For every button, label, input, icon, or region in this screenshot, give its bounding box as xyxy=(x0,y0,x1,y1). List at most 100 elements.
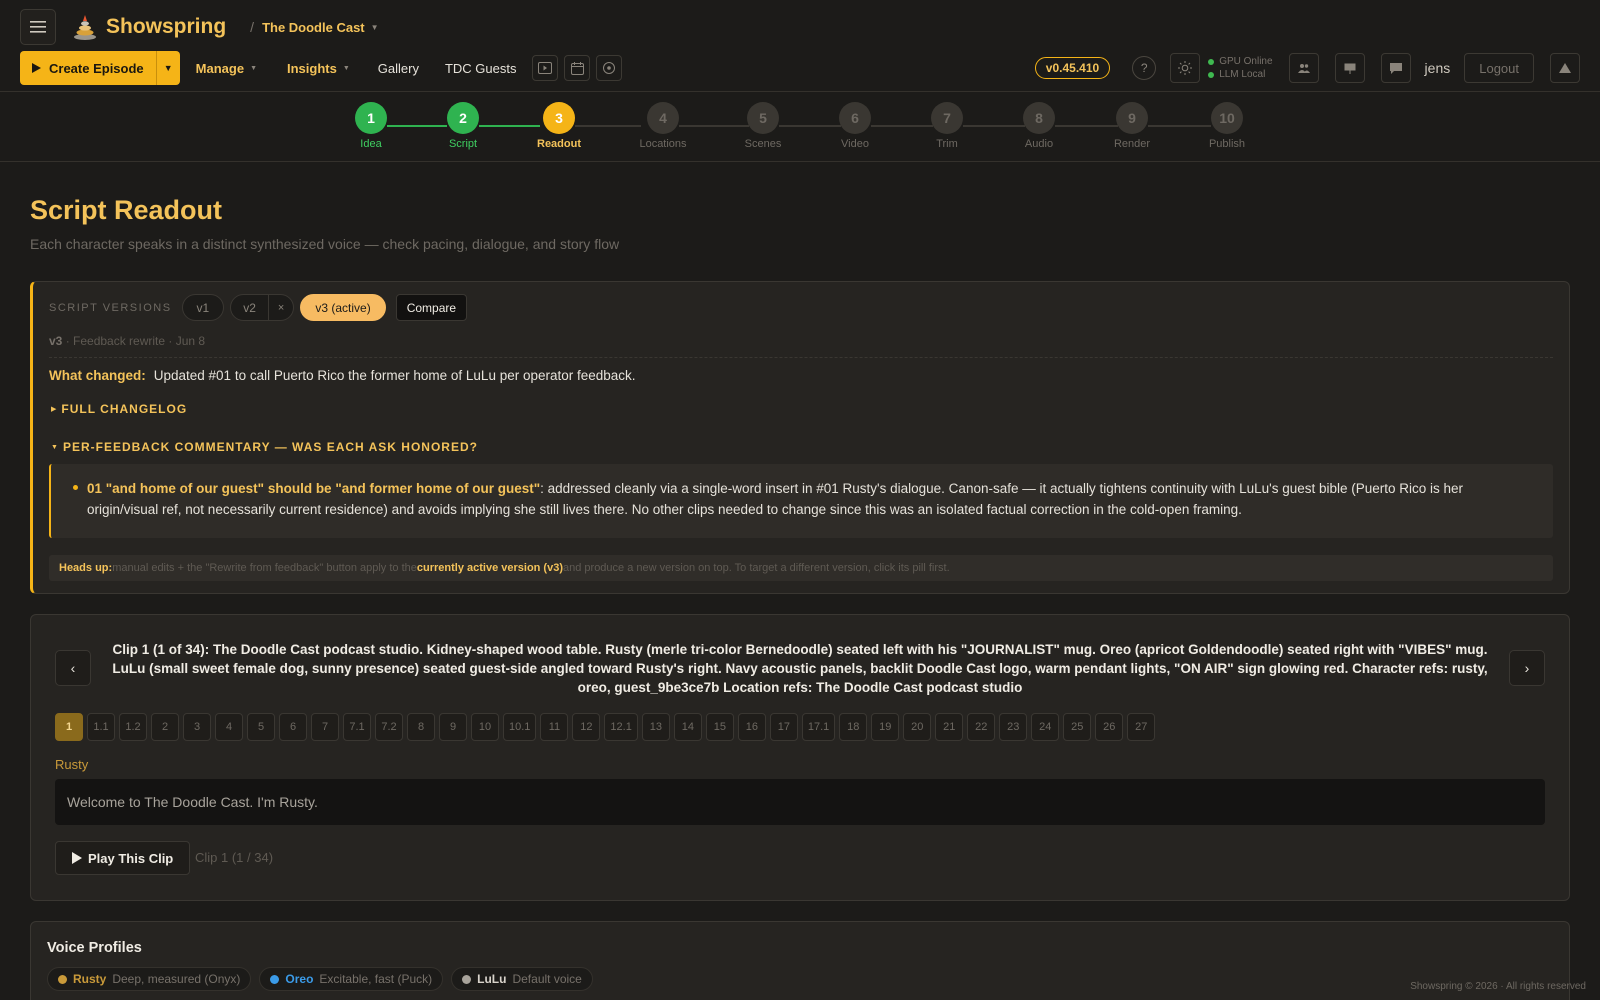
versions-label: SCRIPT VERSIONS xyxy=(49,301,172,314)
divider xyxy=(49,357,1553,358)
hamburger-menu-button[interactable] xyxy=(20,9,56,45)
step-number: 9 xyxy=(1116,102,1148,134)
theme-toggle-button[interactable] xyxy=(1170,53,1201,83)
clip-chip[interactable]: 16 xyxy=(737,713,766,741)
step-number: 8 xyxy=(1023,102,1055,134)
team-button[interactable] xyxy=(1288,53,1319,83)
clip-chip[interactable]: 2 xyxy=(151,713,179,741)
clip-chip[interactable]: 7.1 xyxy=(343,713,371,741)
clip-chip[interactable]: 19 xyxy=(871,713,900,741)
voice-profile-rusty[interactable]: Rusty Deep, measured (Onyx) xyxy=(47,967,252,991)
step-label: Audio xyxy=(1024,138,1054,150)
nav-gallery[interactable]: Gallery xyxy=(378,61,419,76)
breadcrumb-show[interactable]: The Doodle Cast xyxy=(262,20,365,35)
prev-clip-button[interactable]: ‹ xyxy=(55,650,91,686)
clip-chip[interactable]: 17 xyxy=(769,713,798,741)
clip-chip[interactable]: 12.1 xyxy=(604,713,638,741)
chevron-right-icon: ▶ xyxy=(51,406,58,413)
script-versions-card: SCRIPT VERSIONS v1 v2 × v3 (active) Comp… xyxy=(30,281,1570,594)
play-icon xyxy=(32,63,41,73)
compare-button[interactable]: Compare xyxy=(395,294,468,321)
next-clip-button[interactable]: › xyxy=(1509,650,1545,686)
clip-player-card: ‹ Clip 1 (1 of 34): The Doodle Cast podc… xyxy=(30,614,1570,901)
create-episode-button[interactable]: Create Episode ▼ xyxy=(20,51,180,85)
clip-chip[interactable]: 7.2 xyxy=(375,713,403,741)
clip-chip[interactable]: 1.1 xyxy=(87,713,115,741)
clip-chip[interactable]: 6 xyxy=(279,713,307,741)
clip-chip[interactable]: 20 xyxy=(903,713,932,741)
clip-chip[interactable]: 17.1 xyxy=(801,713,836,741)
clip-chip[interactable]: 12 xyxy=(572,713,601,741)
step-scenes[interactable]: 5 Scenes xyxy=(733,102,793,150)
clip-chip[interactable]: 8 xyxy=(407,713,435,741)
clip-chip[interactable]: 21 xyxy=(935,713,964,741)
step-label: Script xyxy=(448,138,478,150)
nav-manage[interactable]: Manage ▼ xyxy=(196,61,257,76)
clip-chip[interactable]: 24 xyxy=(1031,713,1060,741)
version-pill-v3[interactable]: v3 (active) xyxy=(300,294,386,321)
clip-chip[interactable]: 10.1 xyxy=(503,713,537,741)
clip-chip[interactable]: 1.2 xyxy=(119,713,147,741)
create-episode-main[interactable]: Create Episode xyxy=(20,51,156,85)
clip-chip[interactable]: 13 xyxy=(641,713,670,741)
scroll-top-button[interactable] xyxy=(1550,53,1580,83)
logout-button[interactable]: Logout xyxy=(1464,53,1534,83)
nav-tdc-guests[interactable]: TDC Guests xyxy=(445,61,517,76)
step-render[interactable]: 9 Render xyxy=(1102,102,1162,150)
user-name: jens xyxy=(1424,60,1451,76)
step-idea[interactable]: 1 Idea xyxy=(341,102,401,150)
clip-chip[interactable]: 1 xyxy=(55,713,83,741)
clip-chip[interactable]: 9 xyxy=(439,713,467,741)
clip-description: Clip 1 (1 of 34): The Doodle Cast podcas… xyxy=(112,642,1488,695)
voice-profile-lulu[interactable]: LuLu Default voice xyxy=(451,967,593,991)
create-episode-dropdown[interactable]: ▼ xyxy=(155,51,180,85)
nav-insights[interactable]: Insights ▼ xyxy=(287,61,350,76)
play-clip-button[interactable]: Play This Clip xyxy=(55,841,191,875)
step-audio[interactable]: 8 Audio xyxy=(1009,102,1069,150)
record-button[interactable] xyxy=(596,55,623,81)
clip-chip[interactable]: 25 xyxy=(1063,713,1092,741)
voice-color-dot-icon xyxy=(58,974,67,984)
clip-chip[interactable]: 4 xyxy=(215,713,243,741)
commentary-toggle[interactable]: ▼ PER-FEEDBACK COMMENTARY — WAS EACH ASK … xyxy=(51,440,478,454)
step-publish[interactable]: 10 Publish xyxy=(1197,102,1257,150)
clip-chip[interactable]: 14 xyxy=(673,713,702,741)
calendar-button[interactable] xyxy=(564,55,591,81)
version-meta-id: v3 xyxy=(49,334,63,348)
clip-chip[interactable]: 22 xyxy=(967,713,996,741)
step-video[interactable]: 6 Video xyxy=(825,102,885,150)
logo-icon xyxy=(72,14,98,40)
status-dot-icon xyxy=(1208,58,1215,65)
step-label: Video xyxy=(841,138,869,150)
clip-chip[interactable]: 11 xyxy=(540,713,569,741)
step-readout[interactable]: 3 Readout xyxy=(529,102,589,150)
step-label: Idea xyxy=(360,138,382,150)
clip-chip[interactable]: 15 xyxy=(705,713,734,741)
voice-profile-oreo[interactable]: Oreo Excitable, fast (Puck) xyxy=(259,967,444,991)
presentation-button[interactable] xyxy=(1334,53,1365,83)
clip-chip[interactable]: 5 xyxy=(247,713,275,741)
help-button[interactable]: ? xyxy=(1132,56,1157,80)
video-player-button[interactable] xyxy=(532,55,559,81)
step-script[interactable]: 2 Script xyxy=(433,102,493,150)
step-number: 2 xyxy=(447,102,479,134)
heads-up-notice: Heads up: manual edits + the "Rewrite fr… xyxy=(49,555,1553,581)
feedback-ask: 01 "and home of our guest" should be "an… xyxy=(87,481,541,496)
clip-chip[interactable]: 3 xyxy=(183,713,211,741)
step-trim[interactable]: 7 Trim xyxy=(917,102,977,150)
clip-chip[interactable]: 26 xyxy=(1095,713,1124,741)
version-pill-v1[interactable]: v1 xyxy=(181,294,225,321)
step-locations[interactable]: 4 Locations xyxy=(633,102,693,150)
clip-chip[interactable]: 18 xyxy=(839,713,868,741)
version-pill-v2-label[interactable]: v2 xyxy=(231,295,268,320)
remove-version-button[interactable]: × xyxy=(267,295,293,320)
full-changelog-toggle[interactable]: ▶ FULL CHANGELOG xyxy=(51,402,187,416)
messages-button[interactable] xyxy=(1380,53,1411,83)
clip-chip[interactable]: 27 xyxy=(1127,713,1156,741)
chevron-down-icon: ▼ xyxy=(250,64,257,72)
chevron-down-icon[interactable]: ▼ xyxy=(371,23,379,32)
clip-chip[interactable]: 7 xyxy=(311,713,339,741)
clip-chip[interactable]: 10 xyxy=(471,713,499,741)
step-label: Render xyxy=(1113,138,1151,150)
clip-chip[interactable]: 23 xyxy=(999,713,1028,741)
